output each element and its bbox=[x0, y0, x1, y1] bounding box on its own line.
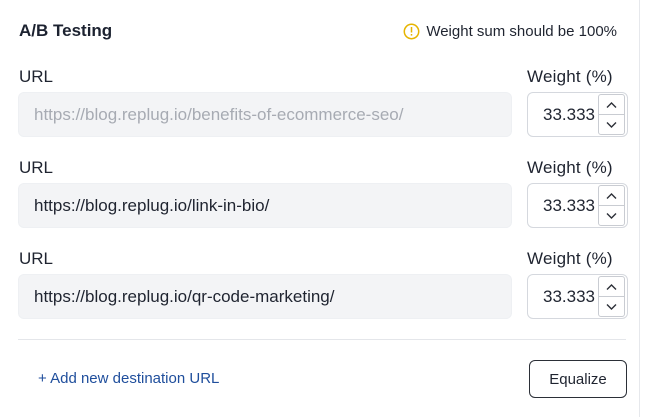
decrement-button[interactable] bbox=[599, 205, 624, 225]
weight-value: 33.333 bbox=[543, 287, 595, 306]
divider bbox=[18, 339, 626, 340]
chevron-down-icon bbox=[606, 212, 617, 219]
panel-header: A/B Testing Weight sum should be 100% bbox=[19, 21, 617, 41]
destination-row: URL Weight (%) 33.333 bbox=[18, 158, 628, 248]
weight-input[interactable]: 33.333 bbox=[527, 183, 628, 228]
equalize-button[interactable]: Equalize bbox=[529, 360, 627, 398]
weight-label: Weight (%) bbox=[527, 67, 613, 86]
increment-button[interactable] bbox=[599, 95, 624, 115]
weight-stepper bbox=[598, 276, 625, 317]
add-destination-url-link[interactable]: + Add new destination URL bbox=[38, 370, 219, 387]
url-input[interactable] bbox=[18, 183, 512, 228]
url-input[interactable] bbox=[18, 274, 512, 319]
panel-title: A/B Testing bbox=[19, 21, 113, 40]
weight-warning: Weight sum should be 100% bbox=[403, 23, 617, 40]
increment-button[interactable] bbox=[599, 186, 624, 206]
weight-value: 33.333 bbox=[543, 105, 595, 124]
chevron-down-icon bbox=[606, 303, 617, 310]
chevron-up-icon bbox=[606, 193, 617, 199]
weight-stepper bbox=[598, 94, 625, 135]
destination-row: URL Weight (%) 33.333 bbox=[18, 67, 628, 157]
chevron-down-icon bbox=[606, 121, 617, 128]
weight-warning-text: Weight sum should be 100% bbox=[426, 22, 617, 40]
weight-input[interactable]: 33.333 bbox=[527, 92, 628, 137]
chevron-up-icon bbox=[606, 102, 617, 108]
url-label: URL bbox=[19, 158, 54, 177]
decrement-button[interactable] bbox=[599, 296, 624, 316]
url-label: URL bbox=[19, 67, 54, 86]
ab-testing-panel: A/B Testing Weight sum should be 100% UR… bbox=[0, 0, 640, 417]
url-input[interactable] bbox=[18, 92, 512, 137]
weight-value: 33.333 bbox=[543, 196, 595, 215]
info-circle-icon bbox=[403, 23, 420, 40]
url-label: URL bbox=[19, 249, 54, 268]
decrement-button[interactable] bbox=[599, 114, 624, 134]
weight-label: Weight (%) bbox=[527, 158, 613, 177]
destination-row: URL Weight (%) 33.333 bbox=[18, 249, 628, 339]
increment-button[interactable] bbox=[599, 277, 624, 297]
weight-label: Weight (%) bbox=[527, 249, 613, 268]
chevron-up-icon bbox=[606, 284, 617, 290]
weight-input[interactable]: 33.333 bbox=[527, 274, 628, 319]
weight-stepper bbox=[598, 185, 625, 226]
